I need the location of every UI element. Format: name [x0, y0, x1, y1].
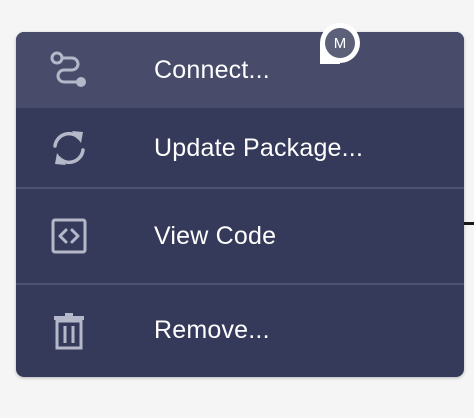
menu-item-view-code[interactable]: View Code: [16, 188, 464, 284]
context-menu: Connect... Update Package... View Code R…: [16, 32, 464, 377]
code-icon: [46, 213, 92, 259]
menu-item-connect[interactable]: Connect...: [16, 32, 464, 108]
menu-item-label: View Code: [154, 221, 277, 250]
connect-icon: [46, 47, 92, 93]
avatar-initial: M: [325, 28, 355, 58]
menu-item-update-package[interactable]: Update Package...: [16, 108, 464, 188]
menu-item-label: Connect...: [154, 55, 270, 84]
trash-icon: [46, 308, 92, 354]
menu-item-label: Remove...: [154, 316, 270, 344]
canvas: Connect... Update Package... View Code R…: [0, 0, 474, 418]
menu-item-remove[interactable]: Remove...: [16, 284, 464, 377]
refresh-icon: [46, 125, 92, 171]
avatar[interactable]: M: [320, 23, 360, 63]
menu-item-label: Update Package...: [154, 133, 364, 162]
